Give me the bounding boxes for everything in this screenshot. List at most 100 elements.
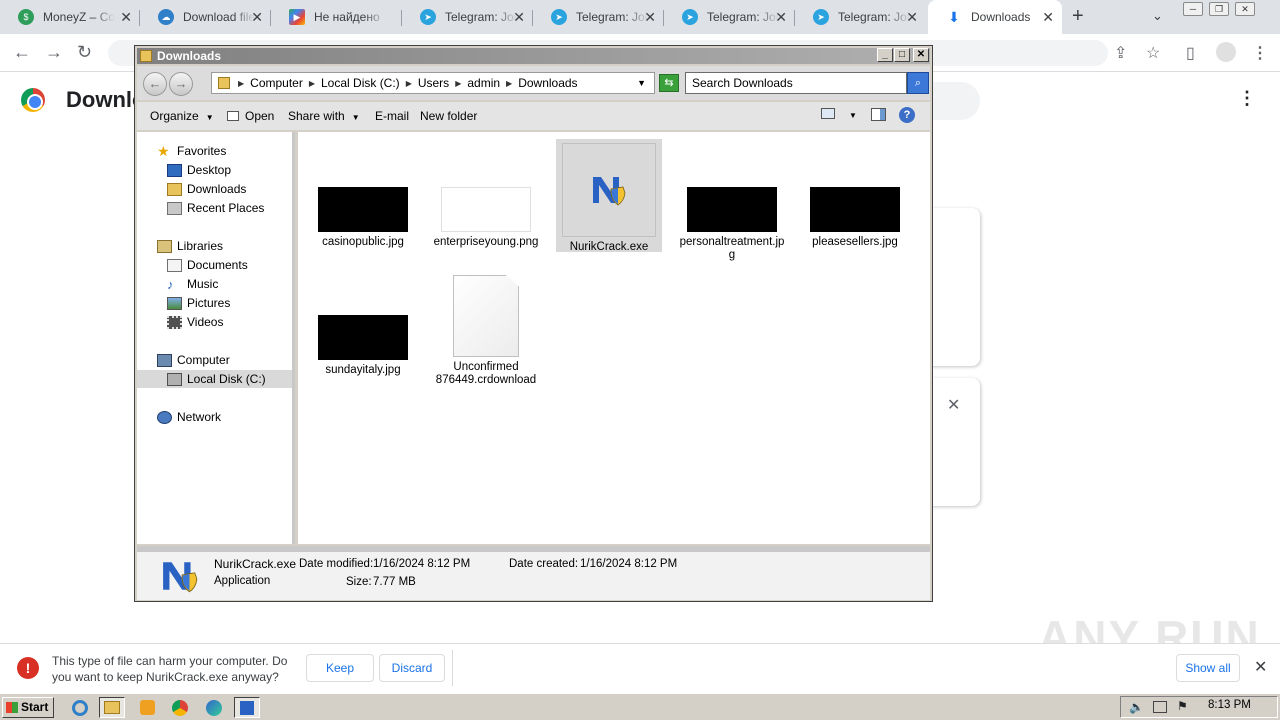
breadcrumb-downloads[interactable]: Downloads [518, 76, 577, 90]
nav-computer[interactable]: Computer [157, 351, 230, 369]
chrome-icon[interactable] [167, 697, 193, 718]
tab-search-icon[interactable]: ⌄ [1152, 8, 1163, 24]
file-item[interactable]: personaltreatment.jpg [679, 187, 785, 262]
nav-local-disk[interactable]: Local Disk (C:) [137, 370, 292, 388]
breadcrumb-computer[interactable]: Computer [250, 76, 303, 90]
share-icon[interactable]: ⇪ [1114, 43, 1127, 63]
file-item[interactable]: enterpriseyoung.png [433, 187, 539, 249]
chevron-right-icon[interactable]: ▶ [309, 79, 315, 88]
help-icon[interactable]: ? [899, 107, 915, 123]
chevron-right-icon[interactable]: ▶ [506, 79, 512, 88]
breadcrumb-users[interactable]: Users [418, 76, 449, 90]
media-player-icon[interactable] [134, 697, 160, 718]
close-download-bar-icon[interactable]: ✕ [1254, 657, 1267, 677]
side-panel-icon[interactable]: ▯ [1186, 43, 1195, 63]
close-tab-icon[interactable]: ✕ [251, 9, 263, 26]
nav-videos[interactable]: Videos [167, 313, 223, 331]
new-folder-button[interactable]: New folder [420, 109, 477, 123]
show-all-button[interactable]: Show all [1176, 654, 1240, 682]
explorer-taskbar-icon[interactable] [99, 697, 125, 718]
file-item[interactable]: Unconfirmed 876449.crdownload [433, 275, 539, 387]
change-view-icon[interactable] [821, 108, 835, 119]
tab-telegram-4[interactable]: ➤ Telegram: Join ✕ [795, 0, 926, 34]
chrome-menu-icon[interactable]: ⋮ [1252, 43, 1268, 63]
nurik-taskbar-icon[interactable] [234, 697, 260, 718]
edge-icon[interactable] [201, 697, 227, 718]
tab-moneyz[interactable]: $ MoneyZ – Co ✕ [0, 0, 140, 34]
breadcrumb-admin[interactable]: admin [467, 76, 500, 90]
remove-download-icon[interactable]: ✕ [947, 395, 960, 415]
nav-favorites[interactable]: ★ Favorites [157, 142, 226, 160]
file-name: sundayitaly.jpg [325, 364, 401, 376]
back-arrow-icon[interactable]: ← [13, 42, 31, 63]
keep-button[interactable]: Keep [306, 654, 374, 682]
start-button[interactable]: Start [2, 697, 54, 718]
network-tray-icon[interactable] [1153, 701, 1167, 713]
share-with-button[interactable]: Share with ▼ [288, 109, 360, 123]
nav-documents[interactable]: Documents [167, 256, 248, 274]
file-name: enterpriseyoung.png [433, 236, 539, 248]
tab-telegram-1[interactable]: ➤ Telegram: Join ✕ [402, 0, 533, 34]
tab-telegram-2[interactable]: ➤ Telegram: Join ✕ [533, 0, 664, 34]
downloads-search-field[interactable] [930, 82, 980, 120]
file-item[interactable]: casinopublic.jpg [310, 187, 416, 249]
profile-avatar-icon[interactable] [1216, 42, 1236, 62]
explorer-forward-button[interactable]: → [169, 72, 193, 96]
file-item[interactable]: pleasesellers.jpg [802, 187, 908, 249]
more-actions-icon[interactable]: ⋮ [1238, 88, 1256, 109]
email-button[interactable]: E-mail [375, 109, 409, 123]
file-name: Unconfirmed 876449.crdownload [435, 361, 537, 386]
nav-downloads[interactable]: Downloads [167, 180, 246, 198]
nav-music[interactable]: ♪ Music [167, 275, 218, 293]
close-window-button[interactable]: ✕ [1235, 2, 1255, 16]
close-tab-icon[interactable]: ✕ [120, 9, 132, 26]
chevron-right-icon[interactable]: ▶ [406, 79, 412, 88]
nav-network[interactable]: Network [157, 408, 221, 426]
nurik-app-icon [593, 177, 626, 206]
tab-telegram-3[interactable]: ➤ Telegram: Join ✕ [664, 0, 795, 34]
search-icon[interactable]: ⌕ [907, 72, 929, 94]
documents-icon [167, 258, 182, 272]
chevron-right-icon[interactable]: ▶ [238, 79, 244, 88]
close-tab-icon[interactable]: ✕ [644, 9, 656, 26]
close-tab-icon[interactable]: ✕ [1042, 9, 1054, 26]
organize-button[interactable]: Organize ▼ [150, 109, 214, 123]
new-tab-button[interactable]: + [1072, 5, 1084, 28]
explorer-maximize-button[interactable]: □ [894, 48, 910, 62]
nav-pictures[interactable]: Pictures [167, 294, 230, 312]
file-item[interactable]: sundayitaly.jpg [310, 315, 416, 377]
tab-not-found[interactable]: ▶ Не найдено [271, 0, 402, 34]
computer-icon [157, 353, 172, 367]
preview-pane-icon[interactable] [871, 108, 886, 121]
volume-icon[interactable]: 🔈 [1129, 700, 1144, 714]
ie-icon[interactable] [67, 697, 93, 718]
bookmark-star-icon[interactable]: ☆ [1146, 43, 1160, 63]
close-tab-icon[interactable]: ✕ [906, 9, 918, 26]
flag-icon[interactable]: ⚑ [1177, 699, 1188, 713]
explorer-minimize-button[interactable]: _ [877, 48, 893, 62]
minimize-button[interactable]: ─ [1183, 2, 1203, 16]
explorer-close-button[interactable]: ✕ [913, 48, 929, 62]
explorer-search-input[interactable]: Search Downloads [685, 72, 907, 94]
restore-button[interactable]: ❐ [1209, 2, 1229, 16]
reload-icon[interactable]: ↻ [77, 42, 92, 63]
breadcrumb-local-disk[interactable]: Local Disk (C:) [321, 76, 400, 90]
chevron-down-icon[interactable]: ▼ [849, 111, 857, 120]
explorer-address-bar[interactable]: ▶ Computer ▶ Local Disk (C:) ▶ Users ▶ a… [211, 72, 655, 94]
chevron-right-icon[interactable]: ▶ [455, 79, 461, 88]
explorer-back-button[interactable]: ← [143, 72, 167, 96]
nav-recent-places[interactable]: Recent Places [167, 199, 264, 217]
close-tab-icon[interactable]: ✕ [775, 9, 787, 26]
file-item-selected[interactable]: NurikCrack.exe [556, 139, 662, 253]
tab-downloads[interactable]: ⬇ Downloads ✕ [928, 0, 1062, 34]
tab-download-file[interactable]: ☁ Download file ✕ [140, 0, 271, 34]
close-tab-icon[interactable]: ✕ [513, 9, 525, 26]
explorer-title-bar[interactable]: Downloads [137, 48, 930, 64]
chevron-down-icon[interactable]: ▼ [637, 78, 646, 88]
open-button[interactable]: Open [227, 109, 274, 123]
discard-button[interactable]: Discard [379, 654, 445, 682]
forward-arrow-icon[interactable]: → [45, 42, 63, 63]
nav-libraries[interactable]: Libraries [157, 237, 223, 255]
refresh-icon[interactable]: ⇆ [659, 74, 679, 92]
nav-desktop[interactable]: Desktop [167, 161, 231, 179]
